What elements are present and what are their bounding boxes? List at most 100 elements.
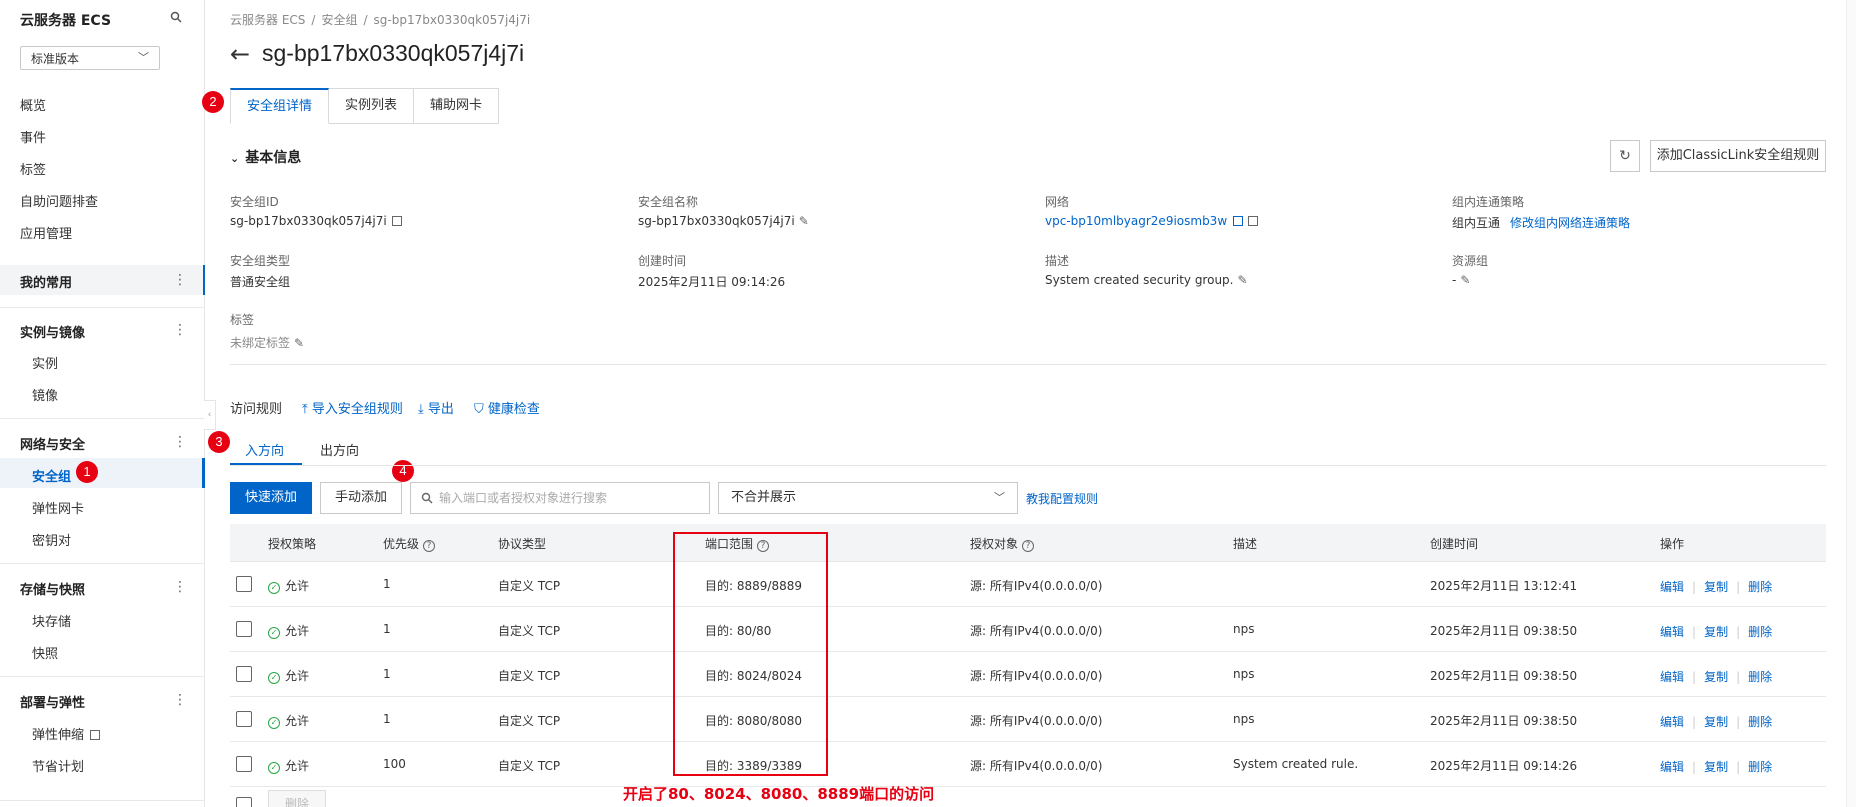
rule-search-box <box>410 482 710 514</box>
tab-instance-list[interactable]: 实例列表 <box>329 88 415 124</box>
breadcrumb-current: sg-bp17bx0330qk057j4j7i <box>373 13 531 27</box>
export-link[interactable]: ⤓ 导出 <box>418 398 454 417</box>
external-link-icon[interactable] <box>1233 216 1244 226</box>
sidebar-item-keypair[interactable]: 密钥对 <box>32 530 71 549</box>
search-icon[interactable] <box>170 11 182 23</box>
edit-rule-link[interactable]: 编辑 <box>1660 760 1684 774</box>
help-icon[interactable]: ? <box>423 540 436 552</box>
row-checkbox[interactable] <box>236 711 252 727</box>
sidebar-group-my-common[interactable]: 我的常用 <box>20 272 72 291</box>
col-protocol: 协议类型 <box>498 537 547 551</box>
more-icon[interactable]: ⋮ <box>173 273 187 287</box>
sidebar-item-overview[interactable]: 概览 <box>20 95 46 114</box>
delete-rule-link[interactable]: 删除 <box>1748 670 1772 684</box>
copy-rule-link[interactable]: 复制 <box>1704 670 1728 684</box>
refresh-button[interactable]: ↻ <box>1610 140 1640 172</box>
modify-intra-policy-link[interactable]: 修改组内网络连通策略 <box>1510 216 1630 230</box>
health-check-link[interactable]: ⛉ 健康检查 <box>474 398 540 417</box>
add-classiclink-button[interactable]: 添加ClassicLink安全组规则 <box>1650 140 1826 172</box>
page-scrollbar[interactable] <box>1846 0 1856 807</box>
sidebar-group-storage[interactable]: 存储与快照 <box>20 579 85 598</box>
sidebar-item-tags[interactable]: 标签 <box>20 159 46 178</box>
help-icon[interactable]: ? <box>1022 540 1035 552</box>
delete-rule-link[interactable]: 删除 <box>1748 715 1772 729</box>
check-circle-icon: ✓ <box>268 717 280 729</box>
copy-rule-link[interactable]: 复制 <box>1704 625 1728 639</box>
edit-rule-link[interactable]: 编辑 <box>1660 670 1684 684</box>
edit-rule-link[interactable]: 编辑 <box>1660 625 1684 639</box>
copy-icon[interactable] <box>391 216 402 226</box>
direction-tabs-baseline <box>230 465 1826 466</box>
manual-add-button[interactable]: 手动添加 <box>320 482 402 514</box>
teach-config-link[interactable]: 教我配置规则 <box>1026 490 1098 507</box>
sidebar-collapse-handle[interactable]: ‹ <box>204 400 216 430</box>
tab-secondary-eni[interactable]: 辅助网卡 <box>414 88 500 124</box>
col-created: 创建时间 <box>1430 537 1479 551</box>
sidebar-item-eni[interactable]: 弹性网卡 <box>32 498 84 517</box>
sidebar-item-snapshot[interactable]: 快照 <box>32 643 58 662</box>
breadcrumb: 云服务器 ECS / 安全组 / sg-bp17bx0330qk057j4j7i <box>230 13 531 27</box>
edit-rule-link[interactable]: 编辑 <box>1660 715 1684 729</box>
resource-group-value: - ✎ <box>1452 273 1471 287</box>
copy-rule-link[interactable]: 复制 <box>1704 760 1728 774</box>
version-select[interactable]: 标准版本 ﹀ <box>20 46 160 70</box>
delete-rule-link[interactable]: 删除 <box>1748 580 1772 594</box>
copy-icon[interactable] <box>1248 216 1259 226</box>
cell-actions: 编辑 | 复制 | 删除 <box>1660 625 1773 639</box>
desc-label: 描述 <box>1045 254 1070 268</box>
delete-rule-link[interactable]: 删除 <box>1748 625 1772 639</box>
sidebar-item-troubleshoot[interactable]: 自助问题排查 <box>20 191 98 210</box>
detail-tabs: 安全组详情 实例列表 辅助网卡 <box>230 88 500 124</box>
edit-icon[interactable]: ✎ <box>1460 273 1470 287</box>
select-all-checkbox[interactable] <box>236 797 252 807</box>
copy-rule-link[interactable]: 复制 <box>1704 715 1728 729</box>
breadcrumb-security-group[interactable]: 安全组 <box>321 13 357 27</box>
edit-icon[interactable]: ✎ <box>799 214 809 228</box>
row-checkbox[interactable] <box>236 621 252 637</box>
desc-value: System created security group. ✎ <box>1045 273 1248 287</box>
created-label: 创建时间 <box>638 254 687 268</box>
edit-icon[interactable]: ✎ <box>1237 273 1247 287</box>
sidebar-item-app-mgmt[interactable]: 应用管理 <box>20 223 72 242</box>
direction-tab-indicator <box>230 463 302 465</box>
more-icon[interactable]: ⋮ <box>173 435 187 449</box>
sidebar-item-images[interactable]: 镜像 <box>32 385 58 404</box>
tab-sg-detail[interactable]: 安全组详情 <box>230 88 330 124</box>
sidebar-item-events[interactable]: 事件 <box>20 127 46 146</box>
sidebar-item-instances[interactable]: 实例 <box>32 353 58 372</box>
tab-inbound[interactable]: 入方向 <box>245 440 284 459</box>
sidebar-divider <box>0 418 205 419</box>
sidebar-group-instances[interactable]: 实例与镜像 <box>20 322 85 341</box>
vpc-link[interactable]: vpc-bp10mlbyagr2e9iosmb3w <box>1045 214 1227 228</box>
quick-add-button[interactable]: 快速添加 <box>230 482 312 514</box>
cell-protocol: 自定义 TCP <box>498 579 561 593</box>
edit-rule-link[interactable]: 编辑 <box>1660 580 1684 594</box>
more-icon[interactable]: ⋮ <box>173 693 187 707</box>
import-rules-link[interactable]: ⤒ 导入安全组规则 <box>302 398 403 417</box>
row-checkbox[interactable] <box>236 756 252 772</box>
sidebar-group-network[interactable]: 网络与安全 <box>20 434 85 453</box>
sidebar-item-block-storage[interactable]: 块存储 <box>32 611 71 630</box>
rule-search-input[interactable] <box>439 483 699 513</box>
merge-display-select[interactable]: 不合并展示 ﹀ <box>718 482 1018 514</box>
delete-rule-link[interactable]: 删除 <box>1748 760 1772 774</box>
check-circle-icon: ✓ <box>268 762 280 774</box>
more-icon[interactable]: ⋮ <box>173 580 187 594</box>
more-icon[interactable]: ⋮ <box>173 323 187 337</box>
tab-outbound[interactable]: 出方向 <box>320 440 359 459</box>
breadcrumb-ecs[interactable]: 云服务器 ECS <box>230 13 305 27</box>
basic-info-title[interactable]: ⌄ 基本信息 <box>230 147 301 167</box>
cell-description: System created rule. <box>1233 757 1359 771</box>
sidebar-item-savings-plan[interactable]: 节省计划 <box>32 756 84 775</box>
sidebar-group-deploy[interactable]: 部署与弹性 <box>20 692 85 711</box>
copy-rule-link[interactable]: 复制 <box>1704 580 1728 594</box>
row-checkbox[interactable] <box>236 666 252 682</box>
sidebar-item-autoscaling[interactable]: 弹性伸缩 <box>32 724 101 743</box>
row-checkbox[interactable] <box>236 576 252 592</box>
cell-policy: ✓ 允许 <box>268 712 309 729</box>
sidebar-item-security-group[interactable]: 安全组 <box>32 466 71 485</box>
annotation-note: 开启了80、8024、8080、8889端口的访问 <box>623 785 935 803</box>
edit-icon[interactable]: ✎ <box>294 336 304 350</box>
bulk-delete-button[interactable]: 删除 <box>268 790 326 807</box>
back-arrow-icon[interactable]: ← <box>230 40 250 68</box>
